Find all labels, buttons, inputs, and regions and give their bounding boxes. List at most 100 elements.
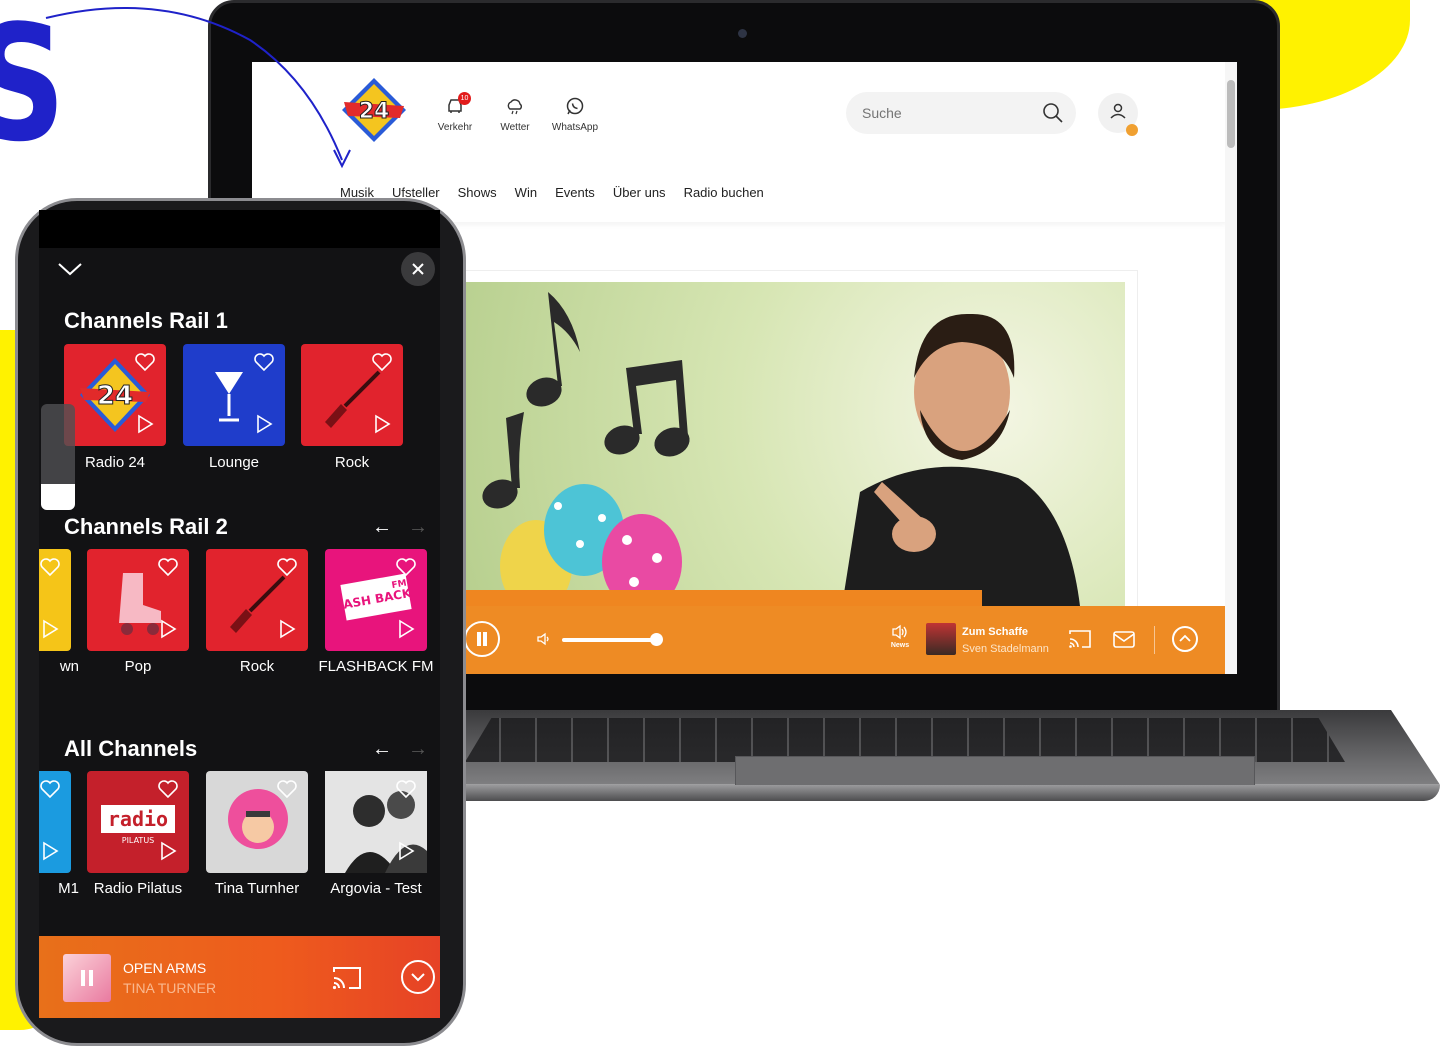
arrow-right-icon[interactable]: → (408, 738, 428, 761)
volume-icon[interactable] (536, 631, 552, 647)
heart-icon[interactable] (253, 352, 275, 372)
channel-tile-rock-2[interactable] (206, 549, 308, 651)
promo-stage: S 24 10 Verkehr Wetter (0, 0, 1453, 1046)
play-icon[interactable] (255, 414, 273, 434)
channel-tile-radio-pilatus[interactable]: radio PILATUS (87, 771, 189, 873)
heart-icon[interactable] (395, 779, 417, 799)
host-person-graphic (842, 313, 1080, 606)
collapse-chevron-icon[interactable] (55, 256, 85, 280)
channel-label: Pop (124, 658, 152, 675)
close-button[interactable] (401, 252, 435, 286)
channel-label: Rock (239, 658, 275, 675)
music-notes-graphic (482, 292, 690, 509)
pause-icon[interactable] (63, 954, 111, 1002)
channel-label: Lounge (208, 454, 260, 471)
arrow-left-icon[interactable]: ← (372, 738, 392, 761)
site-player-bar: News Zum Schaffe Sven Stadelmann (464, 606, 1225, 674)
heart-icon[interactable] (276, 557, 298, 577)
heart-icon[interactable] (39, 779, 61, 799)
show-host: Sven Stadelmann (962, 643, 1049, 655)
now-playing-title: OPEN ARMS (123, 960, 207, 976)
nav-item-radio-buchen[interactable]: Radio buchen (684, 185, 764, 200)
chevron-down-icon (411, 973, 425, 982)
play-icon[interactable] (159, 841, 177, 861)
nav-item-win[interactable]: Win (515, 185, 537, 200)
section-title-rail-2: Channels Rail 2 (64, 514, 228, 539)
close-icon (412, 263, 424, 275)
heart-icon[interactable] (134, 352, 156, 372)
play-icon[interactable] (41, 841, 59, 861)
weather-label: Wetter (500, 122, 530, 133)
search-icon[interactable] (1042, 102, 1064, 124)
play-icon[interactable] (373, 414, 391, 434)
pointer-arrow (45, 7, 351, 169)
play-icon[interactable] (136, 414, 154, 434)
channel-tile-radio-24[interactable]: 24 (64, 344, 166, 446)
now-playing-cover (63, 954, 111, 1002)
channel-label: Radio Pilatus (93, 880, 183, 897)
play-icon[interactable] (397, 619, 415, 639)
player-divider (1154, 626, 1155, 654)
show-title: Zum Schaffe (962, 626, 1029, 638)
page-scrollbar[interactable] (1225, 62, 1237, 674)
scrollbar-thumb[interactable] (1227, 80, 1235, 148)
channel-tile-pop[interactable] (87, 549, 189, 651)
chevron-up-icon (1179, 634, 1191, 642)
news-button[interactable]: News (884, 624, 916, 649)
nav-item-shows[interactable]: Shows (458, 185, 497, 200)
play-icon[interactable] (159, 619, 177, 639)
volume-slider[interactable] (562, 638, 654, 642)
expand-player-button[interactable] (1172, 626, 1198, 652)
hero-image[interactable] (462, 282, 1125, 606)
cloud-rain-icon (507, 99, 522, 115)
whatsapp-label: WhatsApp (551, 122, 599, 133)
channel-tile-tina-turnher[interactable] (206, 771, 308, 873)
news-speaker-icon (892, 624, 907, 640)
all-channels-arrows: ← → (372, 738, 428, 761)
cast-icon[interactable] (331, 964, 363, 992)
nav-item-events[interactable]: Events (555, 185, 595, 200)
channel-label: wn (59, 658, 79, 675)
search-box[interactable] (846, 92, 1076, 134)
volume-slider-handle[interactable] (650, 633, 663, 646)
heart-icon[interactable] (157, 557, 179, 577)
channel-tile-partial[interactable] (39, 549, 71, 651)
channel-label: Tina Turnher (214, 880, 300, 897)
play-icon[interactable] (397, 841, 415, 861)
section-title-all-channels: All Channels (64, 736, 198, 761)
heart-icon[interactable] (39, 557, 61, 577)
arrow-left-icon[interactable]: ← (372, 516, 392, 539)
heart-icon[interactable] (395, 557, 417, 577)
cast-icon[interactable] (1068, 628, 1092, 650)
channel-tile-m1[interactable] (39, 771, 71, 873)
minimize-player-button[interactable] (401, 960, 435, 994)
channel-tile-argovia-test[interactable] (325, 771, 427, 873)
play-icon[interactable] (41, 619, 59, 639)
channel-tile-lounge[interactable] (183, 344, 285, 446)
channel-label: Argovia - Test (330, 880, 422, 897)
pause-button[interactable] (464, 621, 500, 657)
traffic-label: Verkehr (437, 122, 473, 133)
channel-tile-rock[interactable] (301, 344, 403, 446)
heart-icon[interactable] (276, 779, 298, 799)
search-input[interactable] (862, 103, 1032, 123)
nav-item-ueber-uns[interactable]: Über uns (613, 185, 666, 200)
section-title-rail-1: Channels Rail 1 (64, 308, 228, 333)
volume-overlay-level (41, 484, 75, 510)
channel-label: M1 (58, 880, 79, 897)
hero-illustration (482, 292, 1080, 606)
heart-icon[interactable] (157, 779, 179, 799)
now-playing-artist: TINA TURNER (123, 980, 217, 996)
channel-tile-flashback-fm[interactable]: FLASH BACK FM (325, 549, 427, 651)
channel-label: FLASHBACK FM (318, 658, 434, 675)
phone-screen: Channels Rail 1 24 Radio 24 Lounge Rock … (39, 248, 440, 1018)
svg-text:radio: radio (108, 807, 168, 831)
rail-2-arrows: ← → (372, 516, 428, 539)
heart-icon[interactable] (371, 352, 393, 372)
whatsapp-button[interactable]: WhatsApp (540, 96, 610, 133)
play-icon[interactable] (278, 619, 296, 639)
laptop-camera (738, 29, 747, 38)
phone-player-bar[interactable]: OPEN ARMS TINA TURNER (39, 936, 440, 1018)
arrow-right-icon[interactable]: → (408, 516, 428, 539)
mail-icon[interactable] (1112, 628, 1136, 650)
